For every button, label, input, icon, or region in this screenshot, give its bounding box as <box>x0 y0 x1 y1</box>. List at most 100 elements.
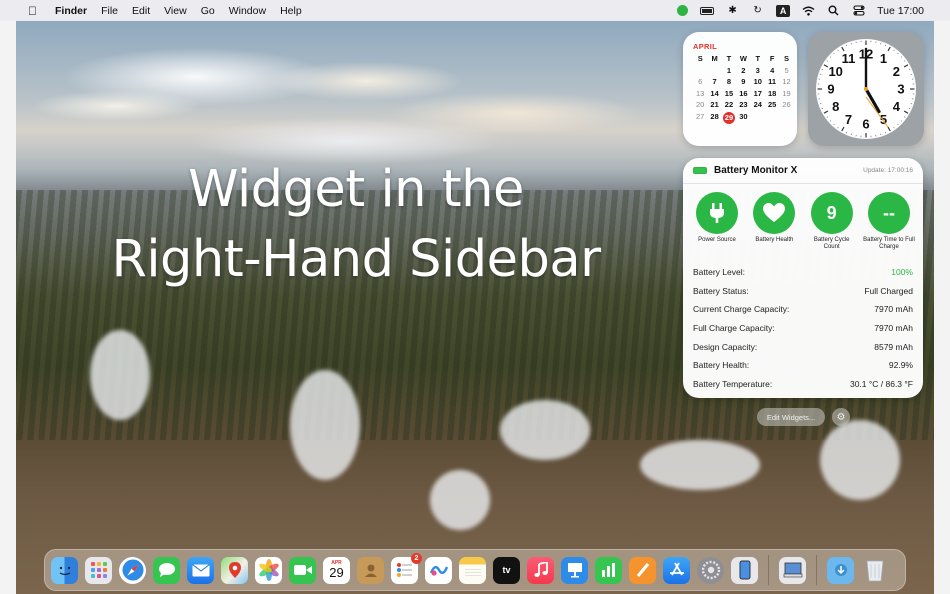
wallpaper-snow <box>640 440 760 490</box>
calendar-day-cell: 29 <box>722 111 736 124</box>
clock-number: 6 <box>862 117 869 132</box>
preview-icon[interactable] <box>779 556 806 584</box>
calendar-day-cell: 10 <box>753 77 762 86</box>
promo-headline-line1: Widget in the <box>188 160 524 219</box>
calendar-weekday-header: T <box>726 54 732 63</box>
battery-detail-row: Battery Level: 100% <box>693 263 913 282</box>
calendar-widget[interactable]: APRIL S M T W T F S 1 2 3 4 5 6 7 8 9 10 11 12 13 14 15 16 17 18… <box>683 32 797 146</box>
power-source-label: Power Source <box>698 237 736 243</box>
clock-number: 3 <box>897 82 904 97</box>
calendar-day-cell: 18 <box>767 88 777 98</box>
calendar-day-cell: 23 <box>739 100 748 109</box>
edit-widgets-button[interactable]: Edit Widgets... <box>757 408 825 426</box>
menu-help[interactable]: Help <box>280 5 302 17</box>
notes-icon[interactable] <box>459 556 486 584</box>
calendar-day-cell: 24 <box>753 100 762 109</box>
wallpaper-snow <box>820 420 900 500</box>
battery-monitor-status-icon[interactable] <box>677 5 689 16</box>
trash-icon[interactable] <box>861 557 888 584</box>
calendar-day-cell: 4 <box>770 65 775 75</box>
music-icon[interactable] <box>527 556 554 584</box>
calendar-today-marker: 29 <box>722 111 735 124</box>
downloads-folder-icon[interactable] <box>827 556 854 584</box>
clock-number: 2 <box>893 64 900 79</box>
app-store-icon[interactable] <box>663 556 690 584</box>
desktop:  Finder File Edit View Go Window Help ✱… <box>0 0 950 594</box>
battery-detail-value: 7970 mAh <box>874 304 913 315</box>
menu-go[interactable]: Go <box>201 5 215 17</box>
calendar-day-cell <box>779 112 793 124</box>
plug-icon <box>696 192 738 234</box>
calendar-day-cell: 17 <box>753 88 762 98</box>
battery-detail-value: 100% <box>891 267 913 278</box>
calendar-day-cell: 27 <box>696 111 705 121</box>
battery-monitor-widget[interactable]: Battery Monitor X Update: 17:00:16 Power… <box>683 158 923 398</box>
battery-detail-value: Full Charged <box>864 285 913 296</box>
battery-detail-row: Design Capacity: 8579 mAh <box>693 337 913 356</box>
calendar-weekday-header: S <box>697 54 703 63</box>
calendar-weekday-header: F <box>769 54 775 63</box>
freeform-icon[interactable] <box>425 556 452 584</box>
calendar-day-cell: 6 <box>698 77 703 86</box>
contacts-icon[interactable] <box>357 556 384 584</box>
wifi-icon[interactable] <box>802 4 815 17</box>
calendar-day-cell: 3 <box>755 65 760 75</box>
cycle-count-label: Battery Cycle Count <box>813 237 850 250</box>
mail-icon[interactable] <box>187 556 214 584</box>
calendar-day-cell: 28 <box>710 111 719 121</box>
numbers-icon[interactable] <box>595 556 622 584</box>
battery-summary-circles: Power Source Battery Health 9 Battery Cy… <box>683 192 923 251</box>
battery-detail-label: Battery Temperature: <box>693 378 773 389</box>
wallpaper-snow <box>290 370 360 480</box>
keynote-icon[interactable] <box>561 556 588 584</box>
photos-icon[interactable] <box>255 556 282 584</box>
facetime-icon[interactable] <box>289 556 316 584</box>
battery-detail-label: Battery Health: <box>693 360 750 371</box>
launchpad-icon[interactable] <box>85 556 112 584</box>
wallpaper-snow <box>430 470 490 530</box>
maps-icon[interactable] <box>221 556 248 584</box>
menu-bar-clock[interactable]: Tue 17:00 <box>877 5 924 17</box>
time-machine-icon[interactable]: ↻ <box>751 4 764 17</box>
calendar-weekday-header: T <box>755 54 761 63</box>
battery-health-label: Battery Health <box>755 237 794 243</box>
clock-widget[interactable]: 121234567891011 <box>808 32 924 146</box>
menu-bar:  Finder File Edit View Go Window Help ✱… <box>0 0 950 21</box>
apple-tv-icon[interactable]: tv <box>493 556 520 584</box>
battery-detail-row: Full Charge Capacity: 7970 mAh <box>693 319 913 338</box>
calendar-day-cell: 30 <box>739 111 748 121</box>
menu-view[interactable]: View <box>164 5 187 17</box>
apple-menu-icon[interactable]:  <box>28 4 37 18</box>
calendar-app-icon[interactable]: APR 29 <box>323 556 350 584</box>
clock-center-pin <box>864 87 868 91</box>
messages-icon[interactable] <box>153 556 180 584</box>
pages-icon[interactable] <box>629 556 656 584</box>
clock-number: 1 <box>880 51 887 66</box>
cycle-count-item: 9 Battery Cycle Count <box>806 192 858 251</box>
safari-icon[interactable] <box>119 556 146 584</box>
battery-status-icon[interactable] <box>700 6 715 15</box>
system-settings-icon[interactable] <box>697 556 724 584</box>
menu-edit[interactable]: Edit <box>132 5 150 17</box>
finder-icon[interactable] <box>51 556 78 584</box>
time-to-full-value: -- <box>867 192 910 234</box>
calendar-day-cell: 7 <box>712 77 717 86</box>
battery-detail-value: 30.1 °C / 86.3 °F <box>849 378 913 389</box>
control-center-icon[interactable] <box>852 4 865 17</box>
promo-headline-line2: Right-Hand Sidebar <box>111 230 601 289</box>
time-to-full-item: -- Battery Time to Full Charge <box>863 192 915 251</box>
analog-clock-face: 121234567891011 <box>816 39 916 139</box>
app-menu-finder[interactable]: Finder <box>55 5 87 17</box>
input-source-icon[interactable]: A <box>776 4 791 17</box>
calendar-day-cell: 15 <box>724 88 734 98</box>
widget-settings-gear-icon[interactable]: ⚙ <box>832 408 850 426</box>
clock-number: 8 <box>832 99 839 114</box>
menu-window[interactable]: Window <box>229 5 266 17</box>
bluetooth-icon[interactable]: ✱ <box>726 4 739 17</box>
calendar-day-cell: 21 <box>710 100 719 109</box>
calendar-day-cell: 19 <box>782 88 791 98</box>
iphone-mirroring-icon[interactable] <box>731 556 758 584</box>
menu-file[interactable]: File <box>101 5 118 17</box>
reminders-icon[interactable]: 2 <box>391 552 422 584</box>
spotlight-search-icon[interactable] <box>827 4 840 17</box>
